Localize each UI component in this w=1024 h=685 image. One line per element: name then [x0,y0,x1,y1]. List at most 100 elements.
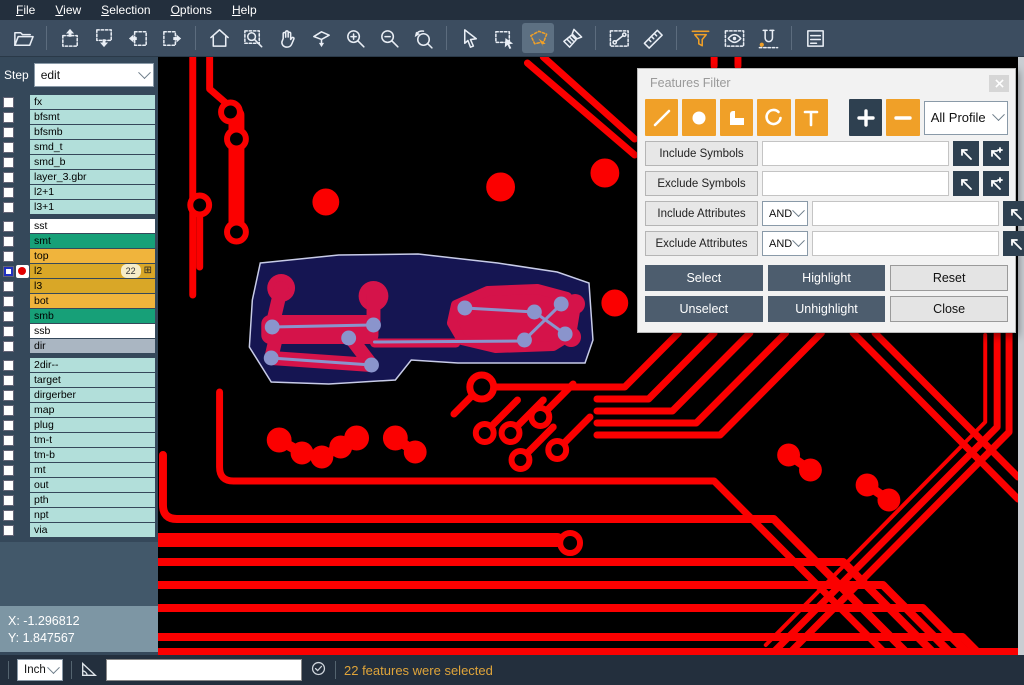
layer-name[interactable]: dirgerber [30,388,155,402]
close-button[interactable]: Close [890,296,1008,322]
layer-checkbox[interactable] [3,202,14,213]
layer-row-pth[interactable]: pth [3,493,158,507]
layer-name[interactable]: bot [30,294,155,308]
layer-checkbox[interactable] [3,266,14,277]
select-button[interactable]: Select [645,265,763,291]
unhighlight-button[interactable]: Unhighlight [768,296,886,322]
pick-exclude-symbol-button[interactable] [953,171,979,196]
layer-name[interactable]: sst [30,219,155,233]
layer-row-smt[interactable]: smt [3,234,158,248]
unit-select[interactable]: Inch [17,659,63,681]
layer-checkbox[interactable] [3,142,14,153]
clean-select-button[interactable] [556,23,588,53]
refresh-icon[interactable] [310,660,327,680]
layer-name[interactable]: target [30,373,155,387]
add-filter-button[interactable] [849,99,882,136]
exclude-attributes-input[interactable] [812,231,999,256]
layer-checkbox[interactable] [3,296,14,307]
layer-name[interactable]: tm-t [30,433,155,447]
pan-up-button[interactable] [54,23,86,53]
exclude-symbols-button[interactable]: Exclude Symbols [645,171,758,196]
layer-name[interactable]: l2+1 [30,185,155,199]
drag-view-button[interactable] [305,23,337,53]
exclude-attributes-button[interactable]: Exclude Attributes [645,231,758,256]
profile-select[interactable]: All Profile [924,101,1008,135]
layer-name[interactable]: bfsmt [30,110,155,124]
layer-name[interactable]: npt [30,508,155,522]
menu-options[interactable]: Options [161,1,222,19]
layer-row-dir[interactable]: dir [3,339,158,353]
angle-tool-icon[interactable] [80,660,98,681]
layer-name[interactable]: tm-b [30,448,155,462]
layer-checkbox[interactable] [3,360,14,371]
include-symbols-button[interactable]: Include Symbols [645,141,758,166]
pan-right-button[interactable] [156,23,188,53]
layer-row-top[interactable]: top [3,249,158,263]
layer-checkbox[interactable] [3,495,14,506]
layer-name[interactable]: layer_3.gbr [30,170,155,184]
layer-row-bfsmb[interactable]: bfsmb [3,125,158,139]
layer-name[interactable]: via [30,523,155,537]
features-filter-button[interactable] [684,23,716,53]
layer-name[interactable]: l3 [30,279,155,293]
layer-row-smd_t[interactable]: smd_t [3,140,158,154]
select-cursor-button[interactable] [454,23,486,53]
unselect-button[interactable]: Unselect [645,296,763,322]
layer-row-l2[interactable]: l222⊞ [3,264,158,278]
filter-arc-button[interactable] [757,99,790,136]
layer-checkbox[interactable] [3,112,14,123]
grid-icon[interactable]: ⊞ [144,266,152,276]
layer-checkbox[interactable] [3,236,14,247]
layer-row-npt[interactable]: npt [3,508,158,522]
layer-row-sst[interactable]: sst [3,219,158,233]
layer-row-bfsmt[interactable]: bfsmt [3,110,158,124]
layer-checkbox[interactable] [3,221,14,232]
measure-ruler-button[interactable] [637,23,669,53]
layer-checkbox[interactable] [3,251,14,262]
canvas-scrollbar[interactable] [1018,57,1024,655]
layer-row-fx[interactable]: fx [3,95,158,109]
zoom-out-button[interactable] [373,23,405,53]
layer-checkbox[interactable] [3,435,14,446]
zoom-area-button[interactable] [237,23,269,53]
zoom-previous-button[interactable] [407,23,439,53]
dialog-close-button[interactable] [989,75,1009,92]
zoom-in-button[interactable] [339,23,371,53]
layer-name[interactable]: bfsmb [30,125,155,139]
pick-include-symbol-button[interactable] [953,141,979,166]
layer-checkbox[interactable] [3,390,14,401]
layer-row-l2+1[interactable]: l2+1 [3,185,158,199]
layer-row-map[interactable]: map [3,403,158,417]
layer-name[interactable]: smd_b [30,155,155,169]
measure-points-button[interactable] [603,23,635,53]
menu-file[interactable]: File [6,1,45,19]
filter-text-button[interactable] [795,99,828,136]
remove-filter-button[interactable] [886,99,919,136]
layer-checkbox[interactable] [3,187,14,198]
layer-row-mt[interactable]: mt [3,463,158,477]
layer-name[interactable]: mt [30,463,155,477]
menu-selection[interactable]: Selection [91,1,160,19]
layer-row-smb[interactable]: smb [3,309,158,323]
layer-name[interactable]: map [30,403,155,417]
layer-name[interactable]: top [30,249,155,263]
layer-checkbox[interactable] [3,172,14,183]
include-attributes-button[interactable]: Include Attributes [645,201,758,226]
layer-row-target[interactable]: target [3,373,158,387]
snap-magnet-button[interactable] [752,23,784,53]
polygon-select-button[interactable] [522,23,554,53]
layers-form-button[interactable] [799,23,831,53]
rect-select-button[interactable] [488,23,520,53]
board-canvas[interactable]: Features Filter [158,57,1024,655]
home-view-button[interactable] [203,23,235,53]
reset-button[interactable]: Reset [890,265,1008,291]
pick-exclude-attribute-button[interactable] [1003,231,1024,256]
layer-name[interactable]: smd_t [30,140,155,154]
layer-row-l3[interactable]: l3 [3,279,158,293]
layer-name[interactable]: fx [30,95,155,109]
layer-row-tm-t[interactable]: tm-t [3,433,158,447]
layer-name[interactable]: pth [30,493,155,507]
dialog-titlebar[interactable]: Features Filter [638,69,1015,97]
layer-name[interactable]: l3+1 [30,200,155,214]
layer-name[interactable]: smt [30,234,155,248]
